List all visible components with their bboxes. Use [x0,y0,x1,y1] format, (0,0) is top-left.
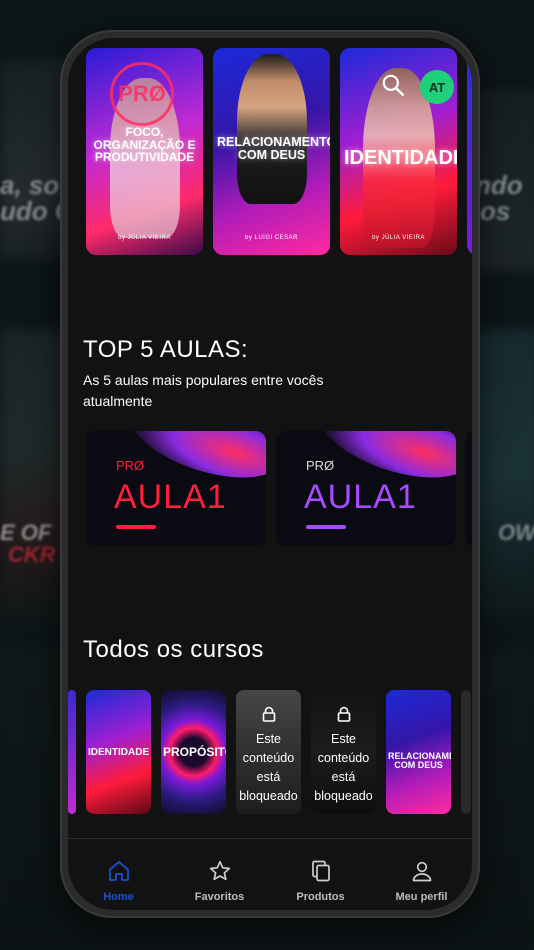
hero-title: FOCO, ORGANIZAÇÃO E PRODUTIVIDADE [93,125,196,165]
hero-card-partial[interactable] [467,48,472,255]
bg-text: os [480,196,511,226]
nav-item-home[interactable]: Home [74,839,164,903]
curso-card[interactable]: PROPÓSITO [161,690,226,814]
curso-card-locked[interactable]: Este conteúdo está bloqueado [236,690,301,814]
curso-card-partial[interactable] [461,690,471,814]
lock-icon [262,706,275,722]
star-icon [209,860,230,881]
lock-text: Este conteúdo está bloqueado [314,732,373,803]
lock-icon [337,706,350,722]
curso-title: IDENTIDADE [88,747,150,758]
hero-title: IDENTIDADE [344,147,457,169]
curso-card[interactable]: IDENTIDADE [86,690,151,814]
pro-badge: PRØ [110,62,174,126]
hero-author: by LUIGI CESAR [244,235,298,241]
nav-label: Meu perfil [395,891,448,903]
nav-item-favoritos[interactable]: Favoritos [175,839,265,903]
home-icon [108,861,129,881]
aula-underline [306,525,346,529]
curso-title: RELACIONAMENTO COM DEUS [388,751,451,771]
app-screen: PRØ FOCO, ORGANIZAÇÃO E PRODUTIVIDADE by… [68,38,472,910]
curso-card[interactable]: RELACIONAMENTO COM DEUS [386,690,451,814]
aula-pro-label: PRØ [306,458,335,473]
bg-text: OW [498,520,534,545]
aula-label: AULA1 [114,478,227,516]
hero-author: by JÚLIA VIEIRA [118,235,171,241]
lock-text: Este conteúdo está bloqueado [239,732,298,803]
cursos-carousel[interactable]: IDENTIDADE PROPÓSITO Este conteúdo está … [68,690,471,814]
bottom-navigation: Home Favoritos Produtos Meu perfil [68,839,472,910]
phone-frame: PRØ FOCO, ORGANIZAÇÃO E PRODUTIVIDADE by… [60,30,480,918]
hero-card-relacionamento[interactable]: RELACIONAMENTO COM DEUS by LUIGI CESAR [213,48,330,255]
user-icon [412,861,431,882]
nav-label: Produtos [296,891,345,903]
aula-card[interactable]: PRØ AULA1 [276,431,456,546]
search-icon[interactable] [380,72,406,103]
user-avatar[interactable]: AT [420,70,454,104]
curso-card-locked[interactable]: Este conteúdo está bloqueado [311,690,376,814]
hero-card-foco[interactable]: PRØ FOCO, ORGANIZAÇÃO E PRODUTIVIDADE by… [86,48,203,255]
top5-title: TOP 5 AULAS: [83,336,249,363]
nav-item-perfil[interactable]: Meu perfil [377,839,467,903]
bg-text: CKR [8,542,56,567]
hero-title: RELACIONAMENTO COM DEUS [217,135,330,163]
aula-pro-label: PRØ [116,458,145,473]
aula-card[interactable]: PRØ AULA1 [86,431,266,546]
nav-item-produtos[interactable]: Produtos [276,839,366,903]
top5-carousel[interactable]: PRØ AULA1 PRØ AULA1 [86,431,472,546]
curso-title: PROPÓSITO [163,745,226,759]
cursos-title: Todos os cursos [83,636,264,663]
curso-card-partial[interactable] [68,690,76,814]
nav-label: Favoritos [194,891,245,903]
nav-label: Home [103,891,134,903]
lock-overlay: Este conteúdo está bloqueado [311,690,376,814]
aula-label: AULA1 [304,478,417,516]
copy-icon [311,860,330,882]
hero-person [236,54,307,204]
header-actions: AT [380,70,454,104]
top5-subtitle: As 5 aulas mais populares entre vocês at… [83,372,324,409]
lock-overlay: Este conteúdo está bloqueado [236,690,301,814]
hero-author: by JÚLIA VIEIRA [372,235,425,241]
aula-underline [116,525,156,529]
aula-card-partial[interactable] [466,431,472,546]
